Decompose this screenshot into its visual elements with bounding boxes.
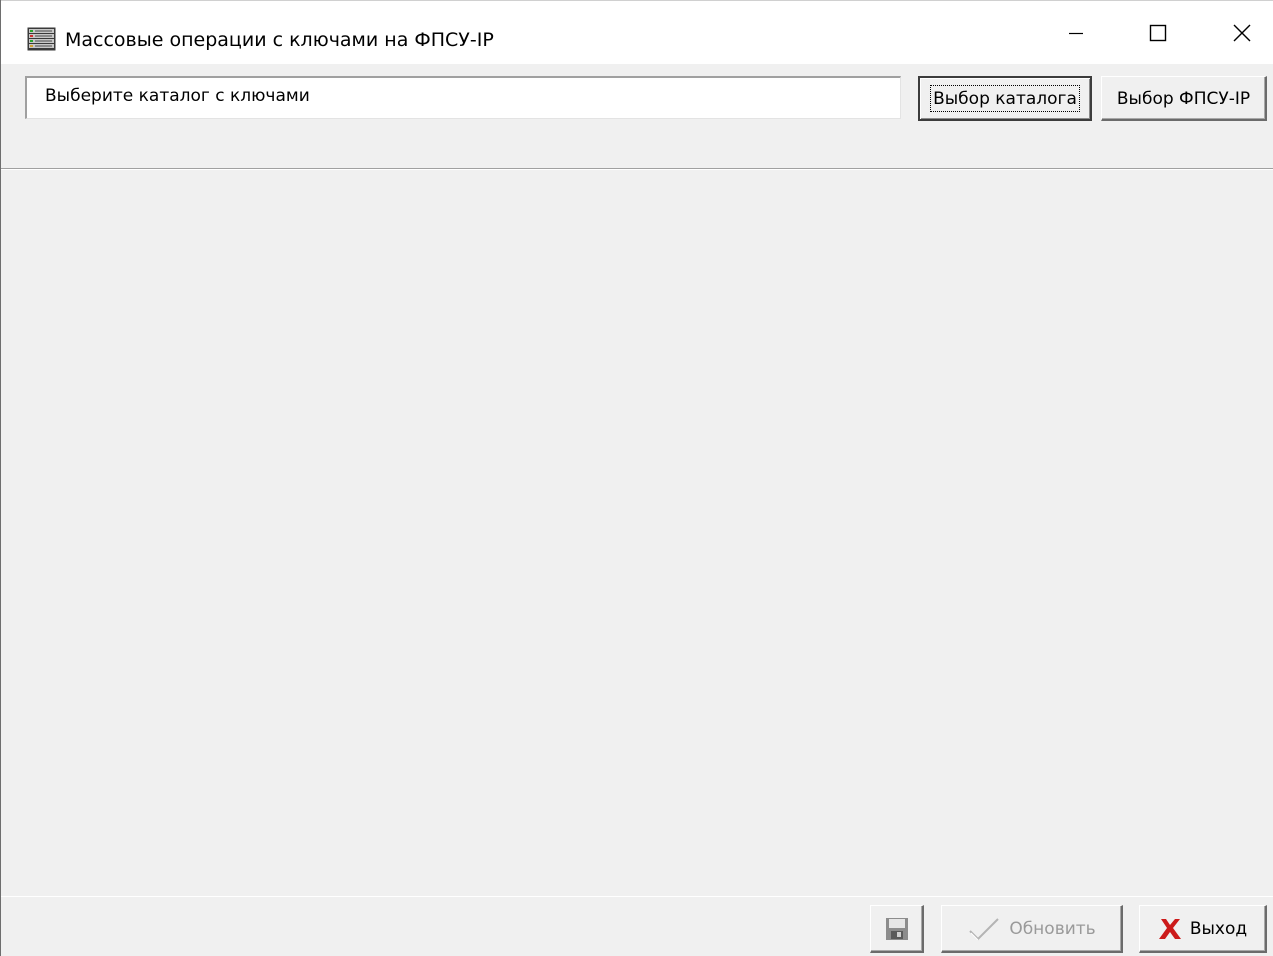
close-button[interactable] — [1199, 1, 1273, 65]
toolbar-divider — [1, 168, 1273, 170]
minimize-button[interactable] — [1033, 1, 1119, 65]
exit-button[interactable]: Выход — [1139, 905, 1267, 953]
keys-list-area[interactable] — [1, 171, 1273, 895]
select-catalog-label: Выбор каталога — [930, 85, 1080, 112]
app-window: Массовые операции с ключами на ФПСУ-IP В… — [0, 0, 1273, 956]
exit-label: Выход — [1189, 918, 1248, 939]
refresh-label: Обновить — [1009, 918, 1096, 939]
select-fpsu-button[interactable]: Выбор ФПСУ-IP — [1101, 76, 1267, 121]
checkmark-icon — [969, 917, 1000, 940]
red-x-icon — [1158, 918, 1181, 939]
maximize-button[interactable] — [1115, 1, 1201, 65]
server-rack-icon — [27, 27, 56, 51]
floppy-disk-icon — [885, 917, 908, 940]
close-icon — [1233, 24, 1251, 42]
select-catalog-button[interactable]: Выбор каталога — [918, 76, 1092, 121]
window-title: Массовые операции с ключами на ФПСУ-IP — [65, 29, 494, 51]
refresh-button[interactable]: Обновить — [941, 905, 1123, 953]
catalog-path-field[interactable]: Выберите каталог с ключами — [25, 76, 901, 119]
maximize-icon — [1149, 24, 1167, 42]
minimize-icon — [1069, 32, 1083, 35]
save-button[interactable] — [870, 905, 924, 953]
title-bar[interactable]: Массовые операции с ключами на ФПСУ-IP — [1, 0, 1273, 64]
